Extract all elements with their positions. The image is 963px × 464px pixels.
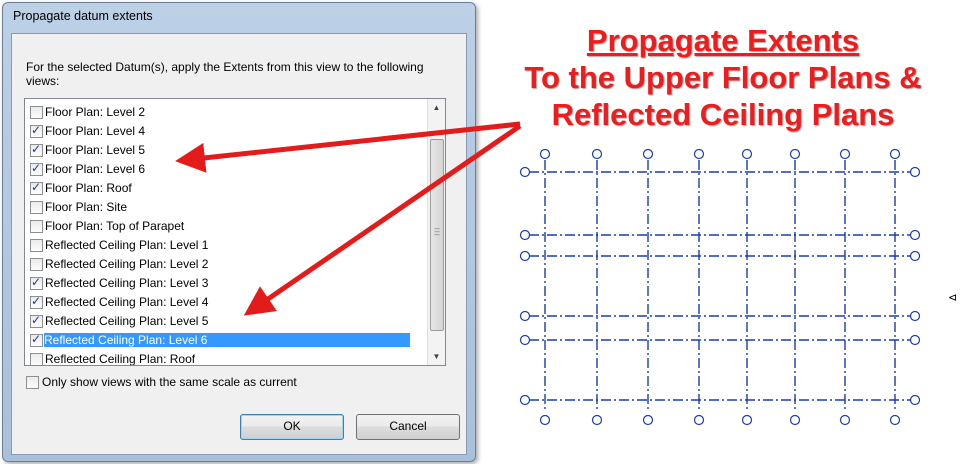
- view-list-item[interactable]: Floor Plan: Site: [27, 198, 425, 216]
- grid-bubble-icon: [889, 414, 901, 426]
- dialog-client-area: For the selected Datum(s), apply the Ext…: [11, 33, 467, 455]
- grid-bubble-icon: [789, 414, 801, 426]
- callout-heading: Propagate Extents: [586, 23, 860, 58]
- grid-bubble-icon: [839, 414, 851, 426]
- views-list[interactable]: Reflected Ceiling Plan: Roof Reflected Ce…: [24, 98, 446, 366]
- cancel-button[interactable]: Cancel: [356, 414, 460, 440]
- same-scale-checkbox[interactable]: [26, 376, 39, 389]
- grid-bubble-icon: [909, 394, 921, 406]
- view-label: Floor Plan: Level 4: [45, 124, 146, 138]
- grid-bubble-icon: [693, 148, 705, 160]
- grid-bubble-icon: [693, 414, 705, 426]
- view-list-item[interactable]: Reflected Ceiling Plan: Level 4: [27, 293, 425, 311]
- view-checkbox[interactable]: [30, 332, 43, 347]
- grid-bubble-icon: [839, 148, 851, 160]
- view-checkbox[interactable]: [30, 201, 43, 214]
- view-checkbox[interactable]: [30, 239, 43, 252]
- instructions-text: For the selected Datum(s), apply the Ext…: [26, 60, 424, 88]
- view-checkbox[interactable]: [30, 123, 43, 138]
- view-checkbox[interactable]: [30, 161, 43, 176]
- view-checkbox[interactable]: [30, 220, 43, 233]
- propagate-datum-extents-dialog: Propagate datum extents For the selected…: [2, 2, 476, 462]
- view-checkbox[interactable]: [30, 106, 43, 119]
- grid-bubble-icon: [519, 250, 531, 262]
- view-list-item[interactable]: Reflected Ceiling Plan: Level 5: [27, 312, 425, 330]
- title-bar[interactable]: Propagate datum extents: [3, 3, 475, 29]
- view-label: Reflected Ceiling Plan: Roof: [45, 352, 196, 366]
- grid-bubble-icon: [519, 310, 531, 322]
- view-list-item[interactable]: Reflected Ceiling Plan: Level 3: [27, 274, 425, 292]
- view-list-item[interactable]: Floor Plan: Top of Parapet: [27, 217, 425, 235]
- grid-bubble-icon: [909, 334, 921, 346]
- grid-bubble-icon: [591, 148, 603, 160]
- grid-bubble-icon: [889, 148, 901, 160]
- view-list-item[interactable]: Floor Plan: Roof: [27, 179, 425, 197]
- view-label: Floor Plan: Top of Parapet: [45, 219, 185, 233]
- grid-bubble-icon: [519, 334, 531, 346]
- scrollbar-thumb[interactable]: ‒ ‒ ‒: [430, 139, 444, 331]
- grid-bubble-icon: [909, 166, 921, 178]
- callout-line-2: To the Upper Floor Plans &: [524, 60, 922, 95]
- grid-bubble-icon: [591, 414, 603, 426]
- dialog-title: Propagate datum extents: [13, 9, 153, 23]
- view-label: Reflected Ceiling Plan: Level 2: [45, 257, 209, 271]
- view-checkbox[interactable]: [30, 142, 43, 157]
- view-list-item[interactable]: Reflected Ceiling Plan: Roof: [27, 350, 425, 366]
- view-list-item[interactable]: Reflected Ceiling Plan: Level 2: [27, 255, 425, 273]
- grid-bubble-icon: [642, 414, 654, 426]
- grid-plan-drawing: [519, 148, 921, 426]
- view-label: Reflected Ceiling Plan: Level 6: [44, 333, 410, 347]
- view-label: Floor Plan: Level 5: [45, 143, 146, 157]
- view-list-item[interactable]: Floor Plan: Level 4: [27, 122, 425, 140]
- grid-bubble-icon: [909, 310, 921, 322]
- view-label: Reflected Ceiling Plan: Level 3: [45, 276, 209, 290]
- view-checkbox[interactable]: [30, 258, 43, 271]
- view-checkbox[interactable]: [30, 275, 43, 290]
- same-scale-label: Only show views with the same scale as c…: [42, 375, 297, 389]
- grid-bubble-icon: [909, 229, 921, 241]
- grid-bubble-icon: [741, 148, 753, 160]
- grid-bubble-icon: [519, 394, 531, 406]
- grid-bubble-icon: [519, 229, 531, 241]
- view-checkbox[interactable]: [30, 313, 43, 328]
- view-label: Reflected Ceiling Plan: Level 1: [45, 238, 209, 252]
- grid-bubble-icon: [539, 148, 551, 160]
- grid-bubble-icon: [741, 414, 753, 426]
- view-label: Floor Plan: Site: [45, 200, 128, 214]
- view-label: Reflected Ceiling Plan: Level 5: [45, 314, 209, 328]
- ok-button[interactable]: OK: [240, 414, 344, 440]
- vertical-scrollbar[interactable]: ▲ ‒ ‒ ‒ ▼: [427, 99, 445, 365]
- grid-bubble-icon: [789, 148, 801, 160]
- view-list-item[interactable]: Floor Plan: Level 6: [27, 160, 425, 178]
- view-checkbox[interactable]: [30, 180, 43, 195]
- callout-line-3: Reflected Ceiling Plans: [551, 97, 895, 132]
- scroll-up-arrow-icon[interactable]: ▲: [428, 99, 445, 116]
- view-checkbox[interactable]: [30, 294, 43, 309]
- view-list-item[interactable]: Floor Plan: Level 2: [27, 103, 425, 121]
- grid-bubble-icon: [909, 250, 921, 262]
- view-label: Floor Plan: Level 2: [45, 105, 146, 119]
- grid-bubble-icon: [642, 148, 654, 160]
- view-tag-icon[interactable]: ⊲: [948, 292, 960, 303]
- view-label: Reflected Ceiling Plan: Level 4: [45, 295, 209, 309]
- scroll-down-arrow-icon[interactable]: ▼: [428, 348, 445, 365]
- grid-bubble-icon: [539, 414, 551, 426]
- view-label: Floor Plan: Level 6: [45, 162, 146, 176]
- grip-icon: ‒ ‒ ‒: [434, 223, 440, 239]
- view-list-item[interactable]: Reflected Ceiling Plan: Level 1: [27, 236, 425, 254]
- view-checkbox[interactable]: [30, 353, 43, 365]
- view-label: Floor Plan: Roof: [45, 181, 132, 195]
- callout-text: Propagate Extents To the Upper Floor Pla…: [488, 22, 958, 133]
- grid-bubble-icon: [519, 166, 531, 178]
- view-list-item[interactable]: Floor Plan: Level 5: [27, 141, 425, 159]
- view-list-item[interactable]: Reflected Ceiling Plan: Level 6: [27, 331, 425, 349]
